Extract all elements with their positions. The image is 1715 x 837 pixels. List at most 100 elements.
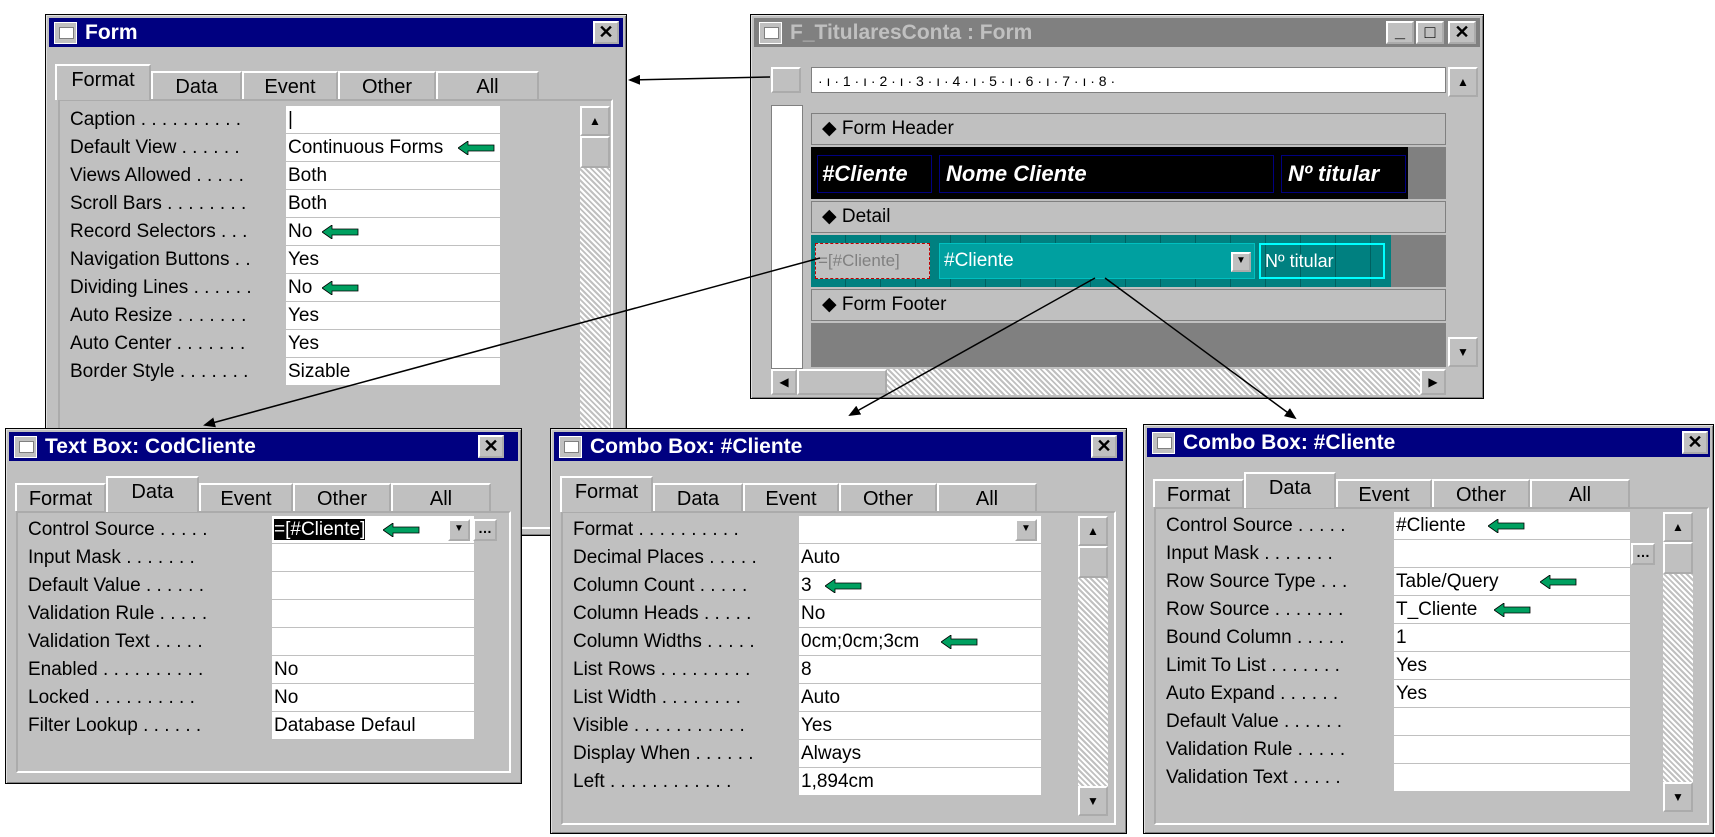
prop-value[interactable] — [272, 572, 474, 600]
prop-row[interactable]: Display When . . . . . . Always — [563, 740, 1103, 768]
tab-event[interactable]: Event — [743, 483, 839, 511]
prop-row[interactable]: List Rows . . . . . . . . . 8 — [563, 656, 1103, 684]
prop-row[interactable]: Validation Text . . . . . — [18, 628, 508, 656]
prop-row[interactable]: Column Count . . . . .3 — [563, 572, 1103, 600]
scroll-up-icon[interactable]: ▲ — [1663, 512, 1693, 542]
prop-value[interactable]: Table/Query — [1394, 568, 1630, 596]
scroll-down-icon[interactable]: ▼ — [1078, 786, 1108, 816]
prop-value[interactable]: No — [272, 656, 474, 684]
minimize-button[interactable]: _ — [1386, 21, 1414, 44]
tab-data[interactable]: Data — [653, 483, 743, 511]
prop-value[interactable]: 8 — [799, 656, 1041, 684]
tab-data[interactable]: Data — [1244, 472, 1336, 508]
prop-value[interactable] — [1394, 764, 1630, 792]
prop-value[interactable]: Sizable — [286, 358, 500, 386]
prop-row[interactable]: Format . . . . . . . . . . ▼ — [563, 516, 1103, 544]
prop-value[interactable]: Auto — [799, 684, 1041, 712]
prop-value[interactable]: No — [286, 218, 500, 246]
chevron-down-icon[interactable]: ▼ — [1231, 252, 1251, 272]
prop-value[interactable] — [272, 544, 474, 572]
prop-value[interactable] — [1394, 708, 1630, 736]
scroll-up-icon[interactable]: ▲ — [1448, 67, 1478, 97]
prop-row[interactable]: Row Source . . . . . . . T_Cliente — [1156, 596, 1696, 624]
prop-row[interactable]: Caption . . . . . . . . . . | — [60, 106, 600, 134]
prop-value[interactable]: No — [286, 274, 500, 302]
tab-other[interactable]: Other — [293, 483, 391, 511]
tab-format[interactable]: Format — [55, 64, 151, 100]
prop-value[interactable]: Database Defaul — [272, 712, 474, 740]
prop-value[interactable]: Yes — [1394, 652, 1630, 680]
prop-row[interactable]: Input Mask . . . . . . . — [18, 544, 508, 572]
prop-row[interactable]: Scroll Bars . . . . . . . . Both — [60, 190, 600, 218]
scroll-down-icon[interactable]: ▼ — [1448, 337, 1478, 367]
tab-event[interactable]: Event — [242, 71, 338, 99]
cliente-combobox[interactable]: #Cliente ▼ — [939, 243, 1255, 279]
prop-row[interactable]: Enabled . . . . . . . . . . No — [18, 656, 508, 684]
prop-value[interactable]: 1 — [1394, 624, 1630, 652]
tab-other[interactable]: Other — [839, 483, 937, 511]
close-button[interactable]: ✕ — [1448, 21, 1476, 44]
builder-button[interactable]: … — [473, 519, 497, 541]
tab-other[interactable]: Other — [1432, 479, 1530, 507]
tab-data[interactable]: Data — [151, 71, 242, 99]
prop-value[interactable]: Yes — [286, 330, 500, 358]
prop-value[interactable] — [1394, 736, 1630, 764]
prop-row[interactable]: Auto Expand . . . . . . Yes — [1156, 680, 1696, 708]
header-label-cliente[interactable]: #Cliente — [817, 155, 932, 193]
prop-row[interactable]: Decimal Places . . . . . Auto — [563, 544, 1103, 572]
prop-value[interactable]: Yes — [1394, 680, 1630, 708]
prop-value[interactable]: 1,894cm — [799, 768, 1041, 796]
prop-row[interactable]: Default View . . . . . . Continuous Forms — [60, 134, 600, 162]
prop-value[interactable]: Auto — [799, 544, 1041, 572]
tab-all[interactable]: All — [436, 71, 539, 99]
prop-value[interactable]: | — [286, 106, 500, 134]
prop-row[interactable]: Row Source Type . . . Table/Query — [1156, 568, 1696, 596]
chevron-down-icon[interactable]: ▼ — [1015, 519, 1037, 541]
prop-row[interactable]: Views Allowed . . . . . Both — [60, 162, 600, 190]
scroll-left-icon[interactable]: ◀ — [771, 369, 797, 395]
prop-row[interactable]: Validation Text . . . . . — [1156, 764, 1696, 792]
close-button[interactable]: ✕ — [1682, 431, 1708, 454]
header-label-titular[interactable]: Nº titular — [1281, 155, 1406, 193]
prop-value[interactable] — [799, 516, 1041, 544]
builder-button[interactable]: … — [1631, 543, 1655, 565]
prop-value[interactable] — [272, 600, 474, 628]
prop-row[interactable]: Left . . . . . . . . . . . . 1,894cm — [563, 768, 1103, 796]
prop-row[interactable]: Auto Resize . . . . . . . Yes — [60, 302, 600, 330]
prop-row[interactable]: Border Style . . . . . . . Sizable — [60, 358, 600, 386]
prop-row[interactable]: Navigation Buttons . . Yes — [60, 246, 600, 274]
scroll-down-icon[interactable]: ▼ — [1663, 782, 1693, 812]
scroll-up-icon[interactable]: ▲ — [1078, 516, 1108, 546]
titular-textbox[interactable]: Nº titular — [1259, 243, 1385, 279]
tab-other[interactable]: Other — [338, 71, 436, 99]
prop-row[interactable]: Column Widths . . . . . 0cm;0cm;3cm — [563, 628, 1103, 656]
form-header-bar[interactable]: ◆ Form Header — [811, 113, 1446, 145]
tab-format[interactable]: Format — [15, 483, 106, 511]
prop-row[interactable]: Limit To List . . . . . . . Yes — [1156, 652, 1696, 680]
scroll-thumb[interactable] — [580, 136, 610, 168]
tab-format[interactable]: Format — [560, 476, 653, 512]
prop-value[interactable]: =[#Cliente] — [272, 516, 474, 544]
detail-bar[interactable]: ◆ Detail — [811, 201, 1446, 233]
prop-value[interactable]: Yes — [286, 246, 500, 274]
prop-value[interactable]: No — [272, 684, 474, 712]
prop-row[interactable]: Validation Rule . . . . . — [1156, 736, 1696, 764]
scroll-thumb[interactable] — [1078, 546, 1108, 578]
scroll-thumb[interactable] — [1663, 542, 1693, 574]
prop-value[interactable]: Both — [286, 190, 500, 218]
maximize-button[interactable]: □ — [1416, 21, 1444, 44]
scroll-thumb[interactable] — [797, 369, 887, 395]
tab-all[interactable]: All — [1530, 479, 1630, 507]
tab-event[interactable]: Event — [199, 483, 293, 511]
prop-value[interactable]: No — [799, 600, 1041, 628]
prop-value[interactable]: Always — [799, 740, 1041, 768]
prop-value[interactable] — [272, 628, 474, 656]
tab-all[interactable]: All — [391, 483, 491, 511]
codcliente-textbox[interactable]: =[#Cliente] — [815, 243, 930, 279]
tab-all[interactable]: All — [937, 483, 1037, 511]
prop-row[interactable]: Default Value . . . . . . — [1156, 708, 1696, 736]
prop-row[interactable]: List Width . . . . . . . . Auto — [563, 684, 1103, 712]
close-button[interactable]: ✕ — [478, 435, 504, 458]
prop-row[interactable]: Auto Center . . . . . . . Yes — [60, 330, 600, 358]
scroll-right-icon[interactable]: ▶ — [1420, 369, 1446, 395]
